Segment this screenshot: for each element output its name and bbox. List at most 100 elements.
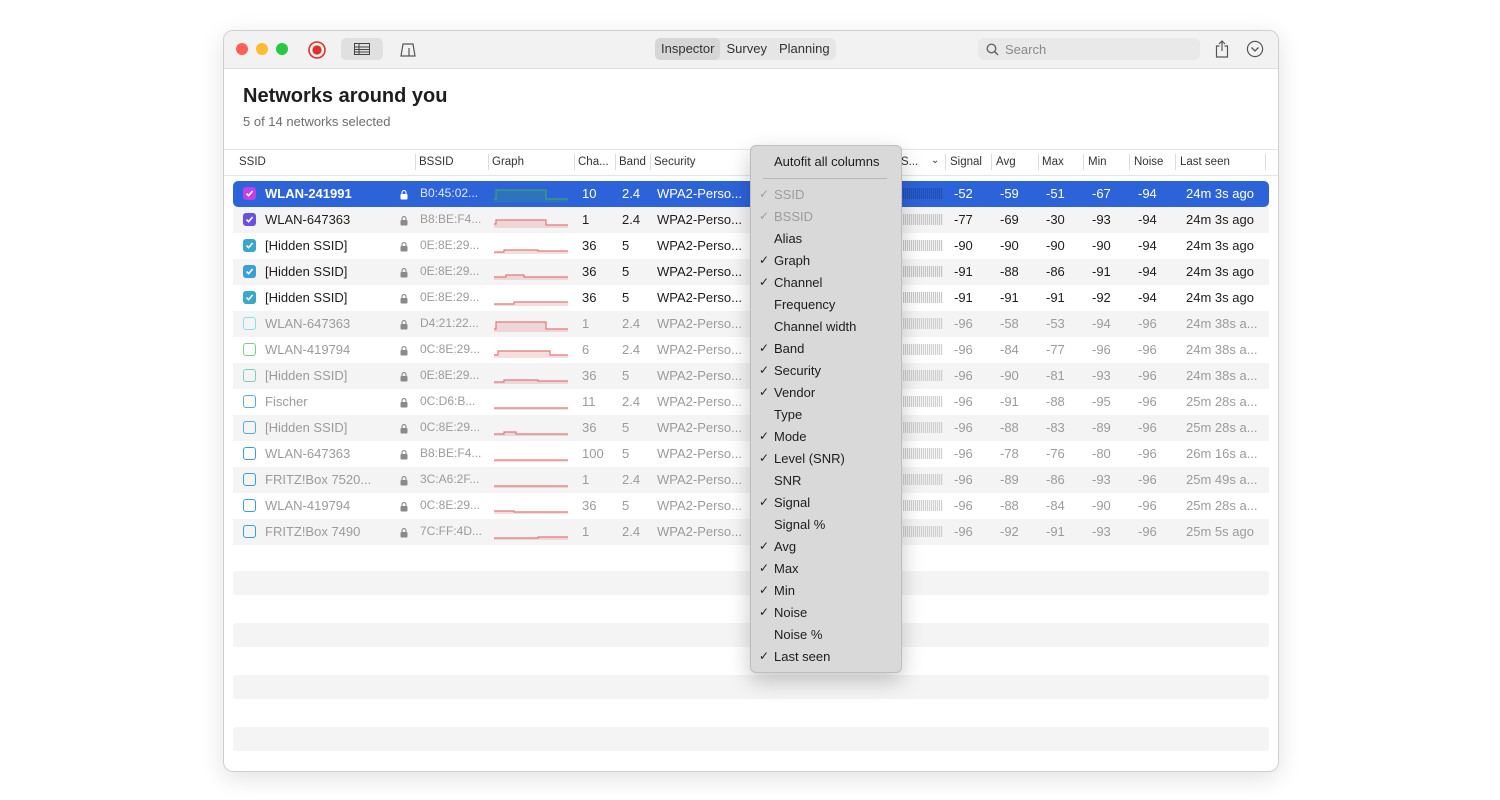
ssid-cell: FRITZ!Box 7520... [265,472,372,487]
floor-plan-icon [400,43,416,57]
menu-item-signal[interactable]: ✓ Signal [751,492,901,514]
menu-item-autofit[interactable]: Autofit all columns [751,151,901,173]
last-seen-cell: 25m 28s a... [1186,394,1258,409]
signal-cell: -90 [954,238,973,253]
ssid-cell: WLAN-647363 [265,446,351,461]
checkmark-icon: ✓ [759,451,770,465]
zoom-window-button[interactable] [276,43,288,55]
menu-item-level-snr[interactable]: ✓ Level (SNR) [751,448,901,470]
last-seen-cell: 24m 38s a... [1186,342,1258,357]
menu-item-mode[interactable]: ✓ Mode [751,426,901,448]
channel-cell: 1 [582,524,590,539]
row-checkbox[interactable] [243,187,256,200]
checkmark-icon [245,190,254,197]
menu-item-channel[interactable]: ✓ Channel [751,272,901,294]
menu-item-noise[interactable]: ✓ Noise [751,602,901,624]
row-checkbox[interactable] [243,265,256,278]
row-checkbox[interactable] [243,499,256,512]
column-header-min[interactable]: Min [1088,156,1107,168]
row-checkbox[interactable] [243,447,256,460]
ssid-cell: WLAN-419794 [265,342,351,357]
ssid-cell: WLAN-647363 [265,316,351,331]
column-header-graph[interactable]: Graph [492,156,524,168]
row-checkbox[interactable] [243,343,256,356]
ssid-cell: WLAN-419794 [265,498,351,513]
row-checkbox[interactable] [243,317,256,330]
snr-level-bar [903,448,943,459]
signal-cell: -96 [954,368,973,383]
menu-item-channel-width[interactable]: Channel width [751,316,901,338]
column-header-band[interactable]: Band [619,156,646,168]
menu-item-frequency[interactable]: Frequency [751,294,901,316]
column-header-last-seen[interactable]: Last seen [1180,156,1230,168]
lock-icon [400,370,408,385]
column-header-max[interactable]: Max [1042,156,1064,168]
column-header-avg[interactable]: Avg [996,156,1016,168]
close-window-button[interactable] [236,43,248,55]
tab-planning[interactable]: Planning [773,38,836,60]
menu-item-security[interactable]: ✓ Security [751,360,901,382]
menu-item-band[interactable]: ✓ Band [751,338,901,360]
column-header-noise[interactable]: Noise [1134,156,1163,168]
sort-chevron-icon: ⌄ [931,155,940,166]
record-button[interactable] [307,40,327,60]
avg-cell: -92 [1000,524,1019,539]
share-icon [1215,40,1229,58]
menu-item-snr[interactable]: SNR [751,470,901,492]
column-header-ssid[interactable]: SSID [239,156,266,168]
bssid-cell: 0E:8E:29... [420,264,480,278]
menu-item-signal[interactable]: Signal % [751,514,901,536]
bssid-cell: B0:45:02... [420,186,479,200]
noise-cell: -96 [1138,498,1157,513]
row-checkbox[interactable] [243,395,256,408]
share-button[interactable] [1212,39,1232,59]
search-field[interactable]: Search [978,38,1200,60]
row-checkbox[interactable] [243,421,256,434]
row-checkbox[interactable] [243,291,256,304]
menu-item-type[interactable]: Type [751,404,901,426]
ssid-cell: [Hidden SSID] [265,368,348,383]
column-header-signal[interactable]: Signal [950,156,982,168]
noise-cell: -94 [1138,186,1157,201]
min-cell: -93 [1092,472,1111,487]
row-checkbox[interactable] [243,213,256,226]
lock-icon [400,396,408,411]
menu-item-avg[interactable]: ✓ Avg [751,536,901,558]
menu-item-last-seen[interactable]: ✓ Last seen [751,646,901,668]
row-checkbox[interactable] [243,369,256,382]
tab-survey[interactable]: Survey [720,38,772,60]
minimize-window-button[interactable] [256,43,268,55]
row-checkbox[interactable] [243,473,256,486]
snr-level-bar [903,396,943,407]
menu-item-alias[interactable]: Alias [751,228,901,250]
avg-cell: -69 [1000,212,1019,227]
noise-cell: -94 [1138,264,1157,279]
menu-item-graph[interactable]: ✓ Graph [751,250,901,272]
signal-cell: -96 [954,472,973,487]
column-header-level[interactable]: S... [901,156,918,168]
column-header-security[interactable]: Security [654,156,696,168]
signal-graph [494,350,568,358]
checkmark-icon: ✓ [759,649,770,663]
security-cell: WPA2-Perso... [657,498,743,513]
row-checkbox[interactable] [243,239,256,252]
checkmark-icon: ✓ [759,363,770,377]
menu-item-max[interactable]: ✓ Max [751,558,901,580]
menu-item-vendor[interactable]: ✓ Vendor [751,382,901,404]
row-checkbox[interactable] [243,525,256,538]
table-view-button[interactable] [341,38,383,60]
last-seen-cell: 24m 3s ago [1186,264,1254,279]
band-cell: 2.4 [622,342,641,357]
tab-inspector[interactable]: Inspector [655,38,721,60]
max-cell: -30 [1046,212,1065,227]
menu-item-min[interactable]: ✓ Min [751,580,901,602]
min-cell: -95 [1092,394,1111,409]
menu-item-noise[interactable]: Noise % [751,624,901,646]
lock-icon [400,292,408,307]
column-header-channel[interactable]: Cha... [578,156,609,168]
more-button[interactable] [1245,39,1265,59]
band-cell: 5 [622,238,630,253]
lock-icon [400,500,408,515]
floor-plan-button[interactable] [398,40,418,60]
column-header-bssid[interactable]: BSSID [419,156,454,168]
